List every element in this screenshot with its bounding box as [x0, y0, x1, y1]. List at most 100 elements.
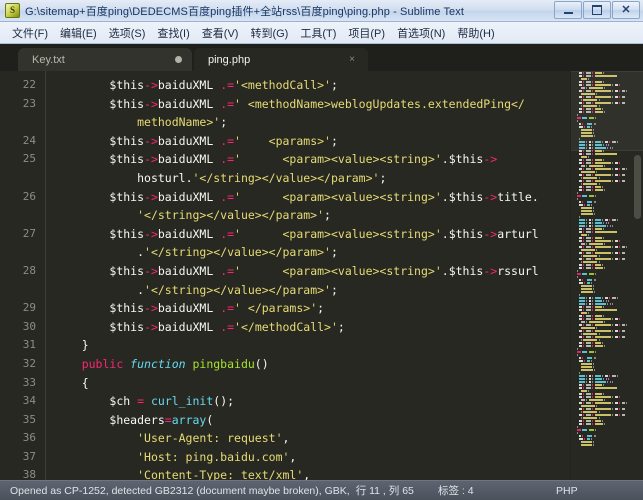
code-line[interactable]: 'Content-Type: text/xml', — [54, 466, 570, 480]
minimap-indent — [573, 348, 575, 350]
minimap-token — [619, 240, 620, 242]
menu-item-file[interactable]: 文件(F) — [6, 23, 54, 43]
minimap-indent — [573, 162, 577, 164]
vertical-scrollbar[interactable] — [634, 155, 641, 219]
code-content[interactable]: $this->baiduXML .='<methodCall>'; $this-… — [46, 71, 570, 480]
code-line[interactable]: 'User-Agent: request', — [54, 429, 570, 448]
minimap-token — [619, 252, 620, 254]
code-line[interactable]: .'</string></value></param>'; — [54, 243, 570, 262]
minimap-token — [579, 414, 582, 416]
minimap-indent — [573, 195, 575, 197]
code-line[interactable]: $ch = curl_init(); — [54, 392, 570, 411]
minimap-indent — [573, 315, 577, 317]
minimap-token — [586, 375, 587, 377]
code-line[interactable]: $this->baiduXML .='</methodCall>'; — [54, 318, 570, 337]
menu-item-find[interactable]: 查找(I) — [151, 23, 195, 43]
code-line[interactable]: public function pingbaidu() — [54, 355, 570, 374]
minimap-token — [586, 315, 591, 317]
minimap-token — [583, 153, 584, 155]
minimap-token — [583, 159, 584, 161]
minimap-token — [579, 435, 581, 437]
close-icon[interactable]: × — [346, 54, 358, 66]
minimap-token — [612, 219, 616, 221]
minimap-token — [595, 414, 611, 416]
line-number: · — [0, 113, 36, 132]
minimap-token — [591, 438, 592, 440]
minimap-token — [587, 357, 592, 359]
minimap-token — [602, 375, 603, 377]
minimap-token — [579, 408, 582, 410]
code-line[interactable]: $this->baiduXML .=' <param><value><strin… — [54, 150, 570, 169]
syntax-status[interactable]: PHP — [556, 485, 578, 497]
menu-item-preferences[interactable]: 首选项(N) — [391, 23, 451, 43]
minimap-token — [577, 270, 578, 272]
minimap-token — [581, 321, 585, 323]
minimap-indent — [573, 324, 577, 326]
minimap-indent — [573, 228, 577, 230]
minimap-token — [586, 165, 587, 167]
menu-item-view[interactable]: 查看(V) — [196, 23, 245, 43]
tab-size-status[interactable]: 标签 : 4 — [438, 483, 474, 498]
code-line[interactable]: $this->baiduXML .=' <param><value><strin… — [54, 225, 570, 244]
token-plain — [54, 171, 137, 185]
minimap-token — [595, 330, 611, 332]
minimap-token — [612, 258, 613, 260]
minimize-button[interactable] — [554, 1, 582, 19]
code-line[interactable]: $this->baiduXML .='<methodCall>'; — [54, 76, 570, 95]
token-call: array — [172, 413, 207, 427]
minimap-line — [571, 443, 643, 446]
menu-item-goto[interactable]: 转到(G) — [244, 23, 294, 43]
minimap-token — [603, 306, 604, 308]
code-line[interactable]: $this->baiduXML .=' <param><value><strin… — [54, 188, 570, 207]
minimap-token — [595, 195, 596, 197]
token-str: '</string></value></param>' — [144, 283, 331, 297]
line-number: 27 — [0, 225, 36, 244]
minimap[interactable] — [570, 71, 643, 480]
code-line[interactable]: { — [54, 374, 570, 393]
cursor-position[interactable]: 行 11 , 列 65 — [356, 483, 414, 498]
minimap-token — [593, 207, 594, 209]
code-line[interactable]: $this->baiduXML .=' </params>'; — [54, 299, 570, 318]
token-op: -> — [144, 264, 158, 278]
code-line[interactable]: $headers=array( — [54, 411, 570, 430]
minimap-token — [619, 162, 620, 164]
menu-item-tools[interactable]: 工具(T) — [294, 23, 342, 43]
minimap-indent — [573, 372, 577, 374]
code-line[interactable]: } — [54, 336, 570, 355]
tab-ping-php[interactable]: ping.php × — [194, 48, 368, 71]
minimap-token — [589, 303, 591, 305]
menu-item-project[interactable]: 项目(P) — [342, 23, 391, 43]
minimap-viewport[interactable] — [571, 71, 643, 151]
tab-key-txt[interactable]: Key.txt — [18, 48, 192, 71]
code-line[interactable]: methodName>'; — [54, 113, 570, 132]
token-str: ' <params>' — [234, 134, 331, 148]
minimap-token — [577, 192, 578, 194]
minimap-token — [608, 378, 609, 380]
minimap-token — [588, 234, 589, 236]
token-plain — [54, 190, 109, 204]
minimap-token — [619, 168, 620, 170]
minimap-indent — [573, 207, 579, 209]
minimap-token — [586, 237, 591, 239]
code-line[interactable]: .'</string></value></param>'; — [54, 281, 570, 300]
code-line[interactable]: hosturl.'</string></value></param>'; — [54, 169, 570, 188]
code-line[interactable]: $this->baiduXML .=' <param><value><strin… — [54, 262, 570, 281]
menu-item-selection[interactable]: 选项(S) — [103, 23, 152, 43]
menu-item-help[interactable]: 帮助(H) — [451, 23, 500, 43]
minimap-token — [612, 402, 613, 404]
minimap-token — [589, 321, 603, 323]
code-line[interactable]: $this->baiduXML .=' <methodName>weblogUp… — [54, 95, 570, 114]
code-line[interactable]: $this->baiduXML .=' <params>'; — [54, 132, 570, 151]
minimap-token — [603, 222, 604, 224]
minimap-token — [592, 393, 593, 395]
code-line[interactable]: 'Host: ping.baidu.com', — [54, 448, 570, 467]
code-line[interactable]: '</string></value></param>'; — [54, 206, 570, 225]
maximize-button[interactable] — [583, 1, 611, 19]
token-var: $this — [449, 227, 484, 241]
minimap-indent — [573, 396, 577, 398]
close-button[interactable]: ✕ — [612, 1, 640, 19]
menu-item-edit[interactable]: 编辑(E) — [54, 23, 103, 43]
minimap-token — [581, 444, 592, 446]
dirty-dot-icon[interactable] — [175, 56, 182, 63]
minimap-indent — [573, 297, 577, 299]
